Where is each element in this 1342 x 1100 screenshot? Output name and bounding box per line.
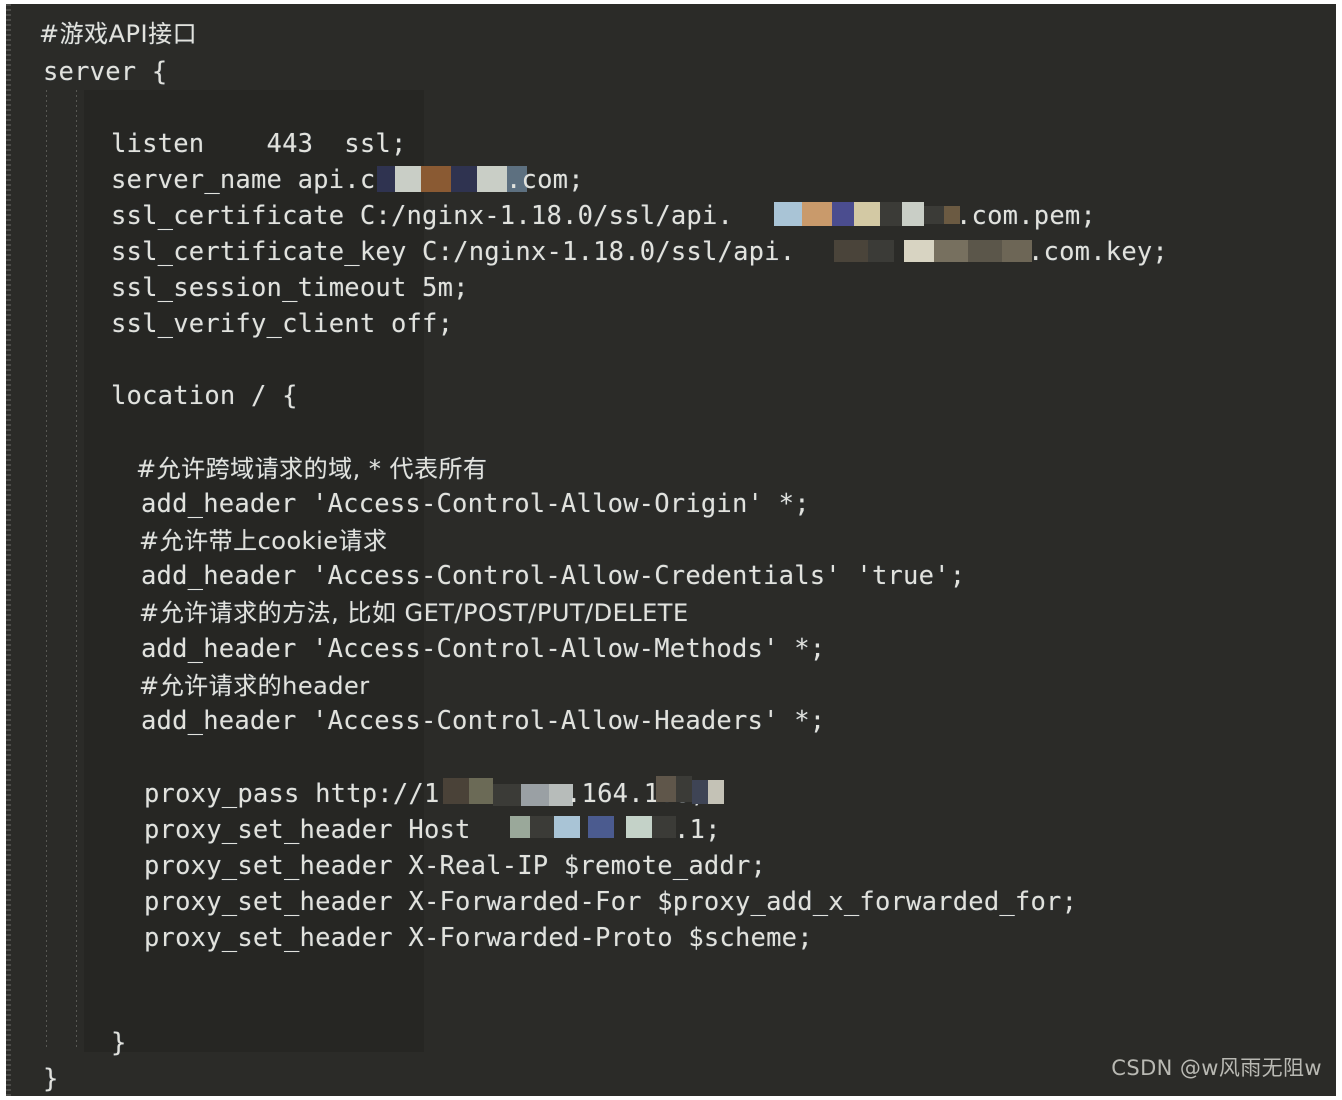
- code-line-add-header-origin: add_header 'Access-Control-Allow-Origin'…: [141, 489, 810, 519]
- code-line-proxy-x-forwarded-proto: proxy_set_header X-Forwarded-Proto $sche…: [144, 923, 813, 953]
- code-line-proxy-set-header-host: proxy_set_header Host: [144, 812, 486, 848]
- code-line-add-header-headers: add_header 'Access-Control-Allow-Headers…: [141, 706, 826, 736]
- redaction-mosaic-ssl-key-b: [904, 240, 1032, 262]
- redaction-mosaic-ssl-certificate: [774, 202, 924, 226]
- code-line-ssl-certificate-key: ssl_certificate_key C:/nginx-1.18.0/ssl/…: [111, 234, 795, 270]
- code-line-location-close: }: [111, 1028, 127, 1058]
- code-line-comment-allow-origin: #允许跨域请求的域, * 代表所有: [136, 455, 488, 483]
- redaction-mosaic-proxy-pass-port: [692, 780, 724, 804]
- code-line-comment-allow-methods: #允许请求的方法, 比如 GET/POST/PUT/DELETE: [139, 599, 689, 627]
- redaction-mosaic-proxy-pass-c: [656, 776, 692, 802]
- redaction-mosaic-server-name: [377, 166, 527, 192]
- redaction-mosaic-host-d: [626, 816, 676, 838]
- code-line-add-header-credentials: add_header 'Access-Control-Allow-Credent…: [141, 561, 966, 591]
- code-line-server-name: server_name api.c: [111, 162, 375, 198]
- code-line-location-open: location / {: [111, 381, 298, 411]
- redaction-mosaic-ssl-certificate-tail: [924, 206, 960, 224]
- code-editor-window: #游戏API接口 server { listen 443 ssl; server…: [6, 4, 1336, 1096]
- code-line-proxy-x-real-ip: proxy_set_header X-Real-IP $remote_addr;: [144, 851, 767, 881]
- code-line-comment-allow-headers: #允许请求的header: [139, 672, 370, 700]
- code-text-prefix: server_name api.c: [111, 165, 376, 195]
- code-content[interactable]: #游戏API接口 server { listen 443 ssl; server…: [6, 4, 1336, 1096]
- redaction-mosaic-proxy-pass-a: [443, 778, 493, 804]
- code-line-server-close: }: [43, 1064, 59, 1094]
- code-line-ssl-session-timeout: ssl_session_timeout 5m;: [111, 273, 469, 303]
- code-line-ssl-verify-client: ssl_verify_client off;: [111, 309, 454, 339]
- code-line-ssl-certificate-suffix: .com.pem;: [956, 201, 1096, 231]
- code-text-prefix: proxy_set_header Host: [144, 815, 487, 845]
- code-line-comment-allow-credentials: #允许带上cookie请求: [139, 527, 388, 555]
- redaction-mosaic-host-a: [510, 816, 554, 838]
- code-text-prefix: proxy_pass http://1: [144, 779, 440, 809]
- code-line-server-name-suffix: .com;: [506, 165, 584, 195]
- redaction-mosaic-host-c: [588, 816, 614, 838]
- code-line-proxy-x-forwarded-for: proxy_set_header X-Forwarded-For $proxy_…: [144, 887, 1078, 917]
- code-line-add-header-methods: add_header 'Access-Control-Allow-Methods…: [141, 634, 826, 664]
- code-line-proxy-host-suffix: .1;: [674, 815, 721, 845]
- redaction-mosaic-host-b: [554, 816, 580, 838]
- code-text-prefix: ssl_certificate_key C:/nginx-1.18.0/ssl/…: [111, 237, 796, 267]
- redaction-mosaic-proxy-pass-b: [493, 784, 573, 806]
- code-line-proxy-pass: proxy_pass http://1: [144, 776, 440, 812]
- code-line-server-open: server {: [43, 57, 168, 87]
- code-line-comment-title: #游戏API接口: [39, 20, 198, 48]
- code-line-ssl-certificate: ssl_certificate C:/nginx-1.18.0/ssl/api.: [111, 198, 733, 234]
- csdn-watermark: CSDN @w风雨无阻w: [1111, 1056, 1322, 1080]
- code-line-ssl-certificate-key-suffix: .com.key;: [1028, 237, 1168, 267]
- code-line-listen: listen 443 ssl;: [111, 129, 407, 159]
- redaction-mosaic-ssl-key-a: [834, 240, 894, 262]
- code-text-prefix: ssl_certificate C:/nginx-1.18.0/ssl/api.: [111, 201, 734, 231]
